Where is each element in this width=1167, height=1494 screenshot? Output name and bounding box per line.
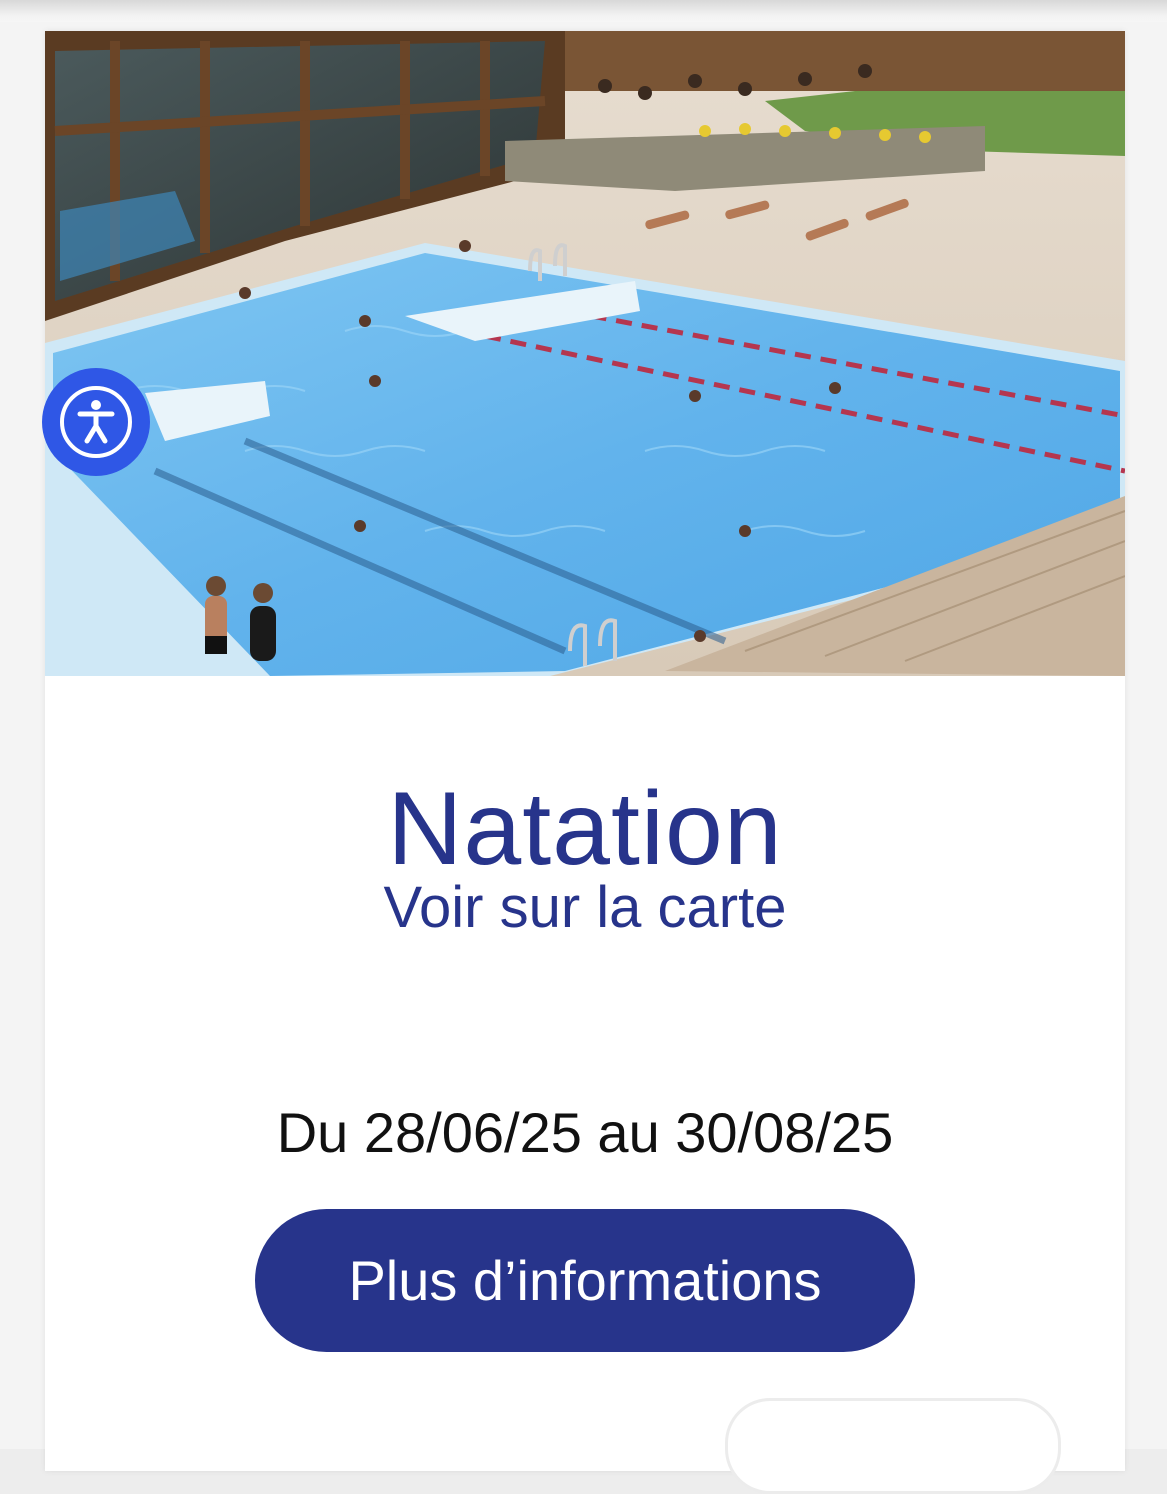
activity-title: Natation	[387, 771, 783, 887]
next-card-partial	[725, 1398, 1061, 1494]
more-info-button[interactable]: Plus d’informations	[255, 1209, 915, 1352]
view-on-map-link[interactable]: Voir sur la carte	[45, 873, 1125, 943]
accessibility-button[interactable]	[42, 368, 150, 476]
activity-card: Natation Voir sur la carte Du 28/06/25 a…	[45, 31, 1125, 1471]
activity-photo	[45, 31, 1125, 676]
activity-dates: Du 28/06/25 au 30/08/25	[276, 1101, 894, 1164]
top-bar-shadow	[0, 0, 1167, 22]
accessibility-person-icon	[60, 386, 132, 458]
